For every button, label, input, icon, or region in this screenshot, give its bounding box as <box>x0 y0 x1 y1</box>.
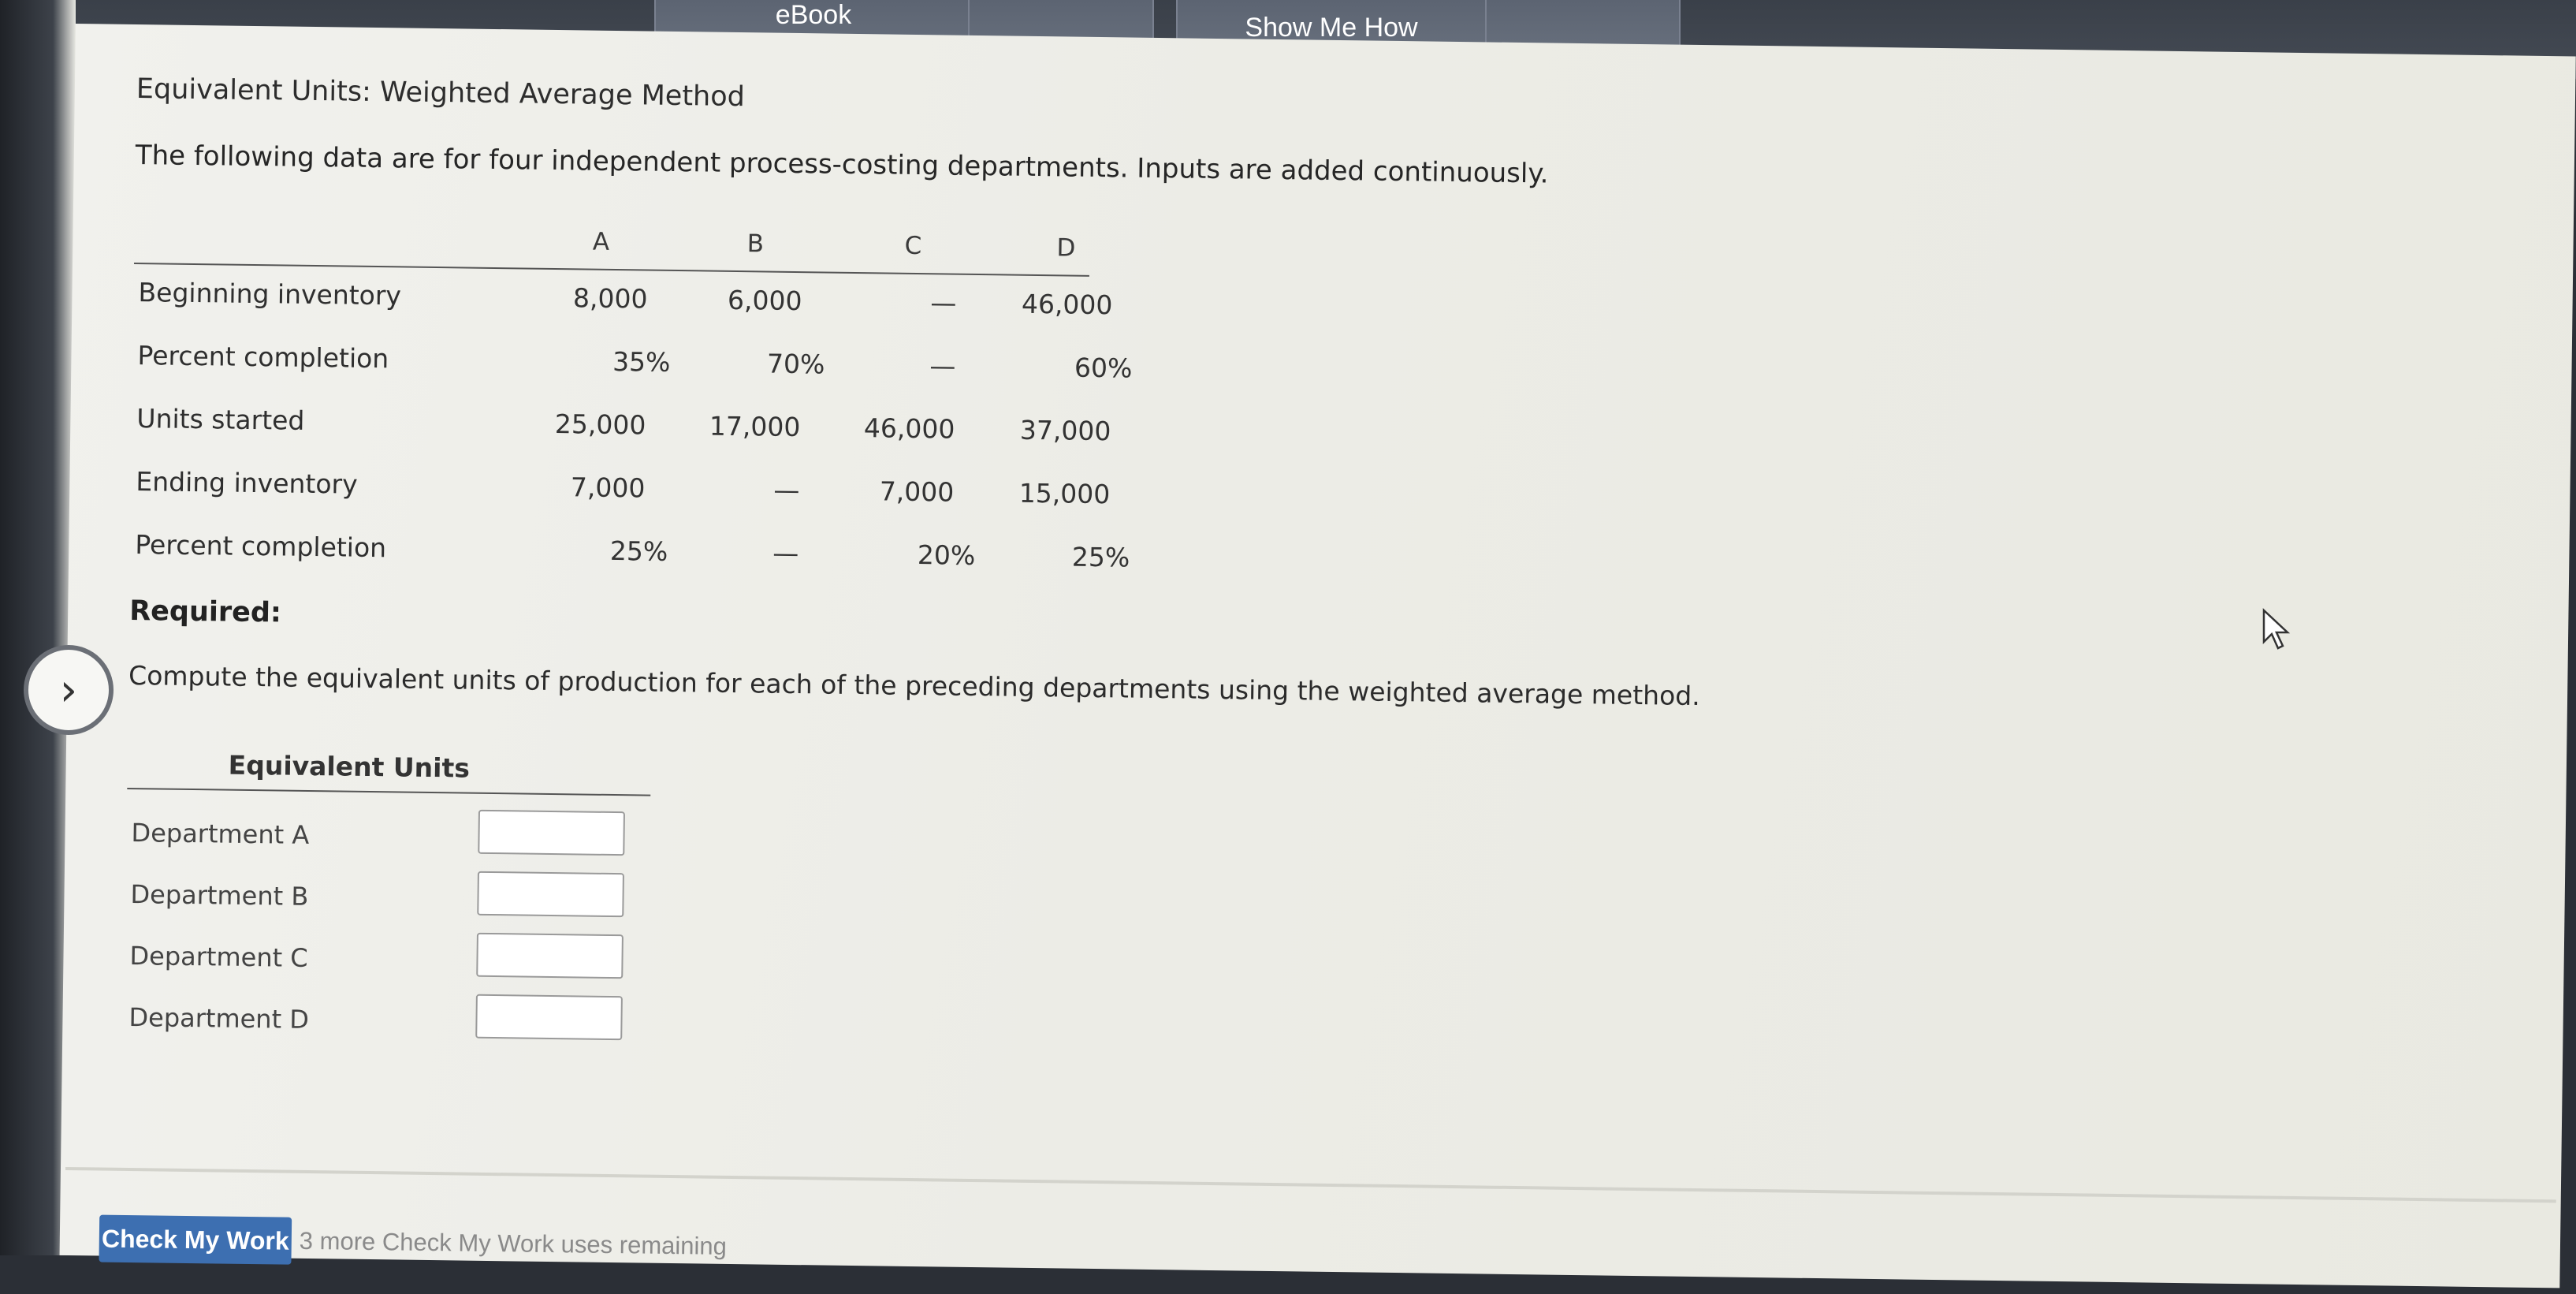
row-label: Percent completion <box>137 340 389 375</box>
cell: 6,000 <box>727 284 802 317</box>
required-heading: Required: <box>128 595 282 629</box>
cell: 46,000 <box>1021 288 1113 321</box>
cell: — <box>773 474 800 506</box>
cell: 70% <box>766 348 825 380</box>
cell: 20% <box>917 539 976 571</box>
cell: 15,000 <box>1018 477 1111 510</box>
answer-header-rule <box>127 787 651 796</box>
problem-intro: The following data are for four independ… <box>135 140 1549 190</box>
cell: — <box>772 537 799 569</box>
department-d-input[interactable] <box>475 994 623 1041</box>
footer-divider <box>65 1166 2556 1203</box>
cell: 8,000 <box>572 282 648 315</box>
department-b-input[interactable] <box>477 871 624 918</box>
chevron-right-icon: › <box>59 664 78 716</box>
row-label: Beginning inventory <box>138 277 402 311</box>
cell: 35% <box>612 345 671 378</box>
cell: 25% <box>1071 541 1130 573</box>
row-label: Percent completion <box>135 529 387 564</box>
uses-remaining-text: 3 more Check My Work uses remaining <box>299 1226 728 1260</box>
cell: 25% <box>609 535 668 567</box>
cell: 7,000 <box>570 472 646 504</box>
cell: — <box>930 287 957 319</box>
cell: 25,000 <box>554 408 646 441</box>
column-header-d: D <box>1056 233 1076 263</box>
column-header-a: A <box>592 227 610 256</box>
column-header-b: B <box>746 229 765 259</box>
next-step-button[interactable]: › <box>24 645 114 735</box>
department-b-label: Department B <box>130 879 309 912</box>
department-a-input[interactable] <box>478 809 625 856</box>
cell: 37,000 <box>1019 414 1111 447</box>
department-c-label: Department C <box>129 941 308 973</box>
cell: — <box>929 350 956 382</box>
tab-ebook-label: eBook <box>775 0 852 30</box>
equivalent-units-header: Equivalent Units <box>228 749 471 784</box>
department-c-input[interactable] <box>476 932 624 979</box>
cell: 7,000 <box>879 475 955 508</box>
department-a-label: Department A <box>131 818 310 850</box>
check-my-work-button[interactable]: Check My Work <box>99 1214 292 1265</box>
cell: 46,000 <box>863 412 955 445</box>
table-header-rule <box>134 262 1089 277</box>
row-label: Ending inventory <box>136 466 358 500</box>
cell: 17,000 <box>709 410 801 443</box>
instruction-text: Compute the equivalent units of producti… <box>128 659 1700 712</box>
page-title: Equivalent Units: Weighted Average Metho… <box>136 73 746 114</box>
department-d-label: Department D <box>128 1001 310 1035</box>
cell: 60% <box>1074 352 1133 384</box>
problem-panel: Equivalent Units: Weighted Average Metho… <box>59 24 2576 1288</box>
row-label: Units started <box>136 403 305 436</box>
mouse-cursor-icon <box>2262 608 2291 650</box>
column-header-c: C <box>904 231 922 261</box>
